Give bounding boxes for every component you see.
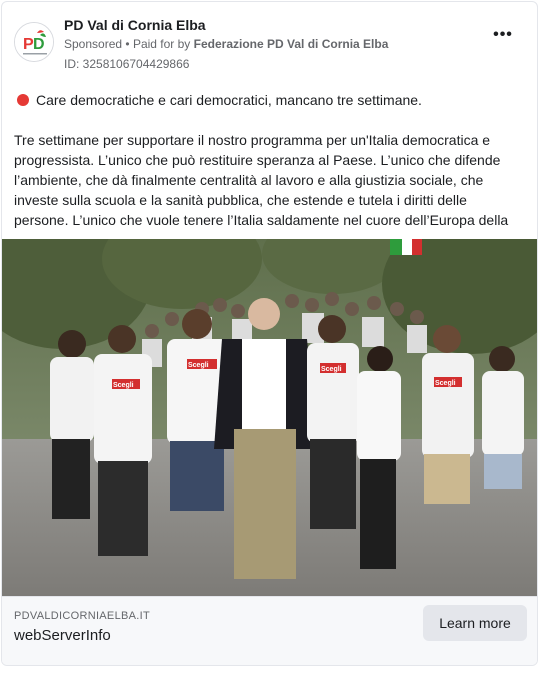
paid-for-by[interactable]: Federazione PD Val di Cornia Elba (194, 37, 389, 51)
shirt-label: Scegli (188, 362, 209, 369)
separator-dot: • (125, 37, 133, 51)
page-avatar[interactable]: P D (14, 22, 54, 62)
ad-body: Care democratiche e cari democratici, ma… (14, 90, 523, 230)
intro-text: Care democratiche e cari democratici, ma… (36, 92, 422, 108)
shirt-label: Scegli (321, 366, 342, 373)
shirt-label: Scegli (113, 382, 134, 389)
page-name[interactable]: PD Val di Cornia Elba (64, 17, 206, 33)
sponsored-info: Sponsored • Paid for by Federazione PD V… (64, 37, 388, 51)
shirt-label: Scegli (435, 380, 456, 387)
body-paragraph: Tre settimane per supportare il nostro p… (14, 132, 509, 228)
sponsored-label: Sponsored (64, 37, 123, 51)
pd-logo-icon: P D (15, 23, 53, 61)
learn-more-button[interactable]: Learn more (423, 605, 527, 641)
ad-card: P D PD Val di Cornia Elba Sponsored • Pa… (1, 1, 538, 666)
link-domain[interactable]: PDVALDICORNIAELBA.IT (14, 610, 150, 622)
intro-line: Care democratiche e cari democratici, ma… (14, 90, 523, 110)
red-circle-icon (17, 94, 29, 106)
ad-id: ID: 3258106704429866 (64, 57, 190, 71)
more-horizontal-icon[interactable]: ••• (489, 27, 517, 48)
paid-for-prefix: Paid for by (132, 37, 191, 51)
ad-header: P D PD Val di Cornia Elba Sponsored • Pa… (14, 14, 525, 74)
link-title[interactable]: webServerInfo (14, 627, 111, 644)
svg-text:D: D (33, 36, 45, 53)
ad-photo[interactable]: Scegli Scegli Scegli Scegli (2, 239, 537, 596)
crowd-march-image: Scegli Scegli Scegli Scegli (2, 239, 537, 596)
ad-link-footer[interactable]: PDVALDICORNIAELBA.IT webServerInfo Learn… (2, 596, 537, 665)
